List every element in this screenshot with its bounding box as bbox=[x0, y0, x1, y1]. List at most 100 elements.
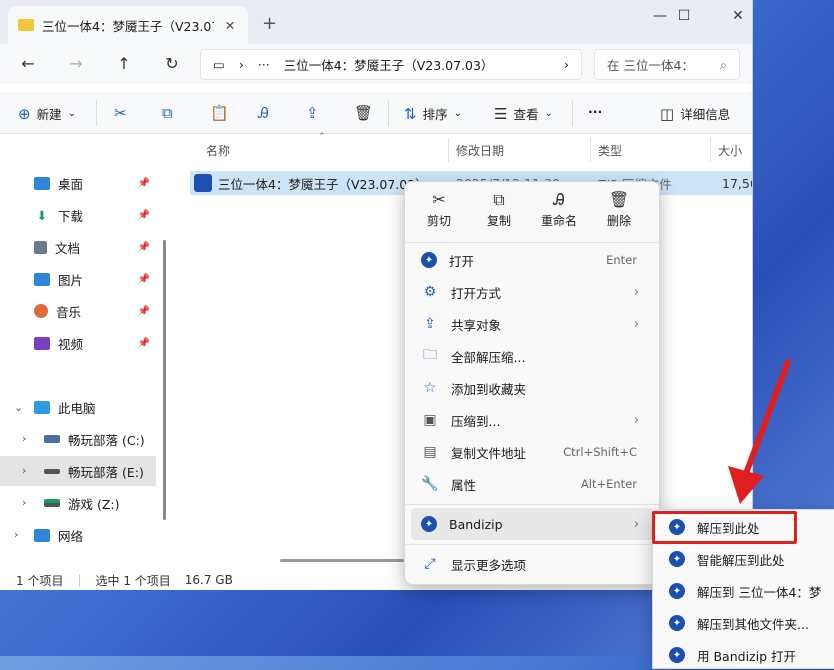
sort-button[interactable]: ⇅ 排序 ⌄ bbox=[404, 104, 462, 123]
cut-action[interactable]: ✂ 剪切 bbox=[409, 190, 469, 229]
refresh-icon[interactable]: ↻ bbox=[160, 54, 184, 76]
submenu-item-extract-other[interactable]: ✦ 解压到其他文件夹... bbox=[659, 608, 834, 638]
menu-item-add-favorites[interactable]: ☆ 添加到收藏夹 bbox=[411, 372, 653, 404]
menu-item-open-with[interactable]: ⚙ 打开方式 › bbox=[411, 276, 653, 308]
column-divider[interactable] bbox=[448, 138, 449, 162]
up-icon[interactable]: ↑ bbox=[112, 54, 136, 76]
bandizip-icon: ✦ bbox=[421, 252, 437, 268]
computer-icon bbox=[34, 400, 50, 414]
copy-action[interactable]: ⧉ 复制 bbox=[469, 190, 529, 229]
divider bbox=[388, 100, 389, 126]
submenu-item-extract-to-folder[interactable]: ✦ 解压到 三位一体4：梦 bbox=[659, 576, 834, 606]
horizontal-scrollbar[interactable] bbox=[280, 559, 404, 562]
sidebar-item-videos[interactable]: 视频 📌 bbox=[0, 328, 156, 358]
menu-item-properties[interactable]: 🔧 属性 Alt+Enter bbox=[411, 468, 653, 500]
new-tab-icon[interactable]: + bbox=[262, 13, 277, 34]
menu-item-label: 打开 bbox=[449, 253, 475, 269]
sidebar-item-music[interactable]: 音乐 📌 bbox=[0, 296, 156, 326]
sidebar-item-pictures[interactable]: 图片 📌 bbox=[0, 264, 156, 294]
video-icon bbox=[34, 336, 50, 350]
menu-item-label: 全部解压缩... bbox=[451, 349, 526, 365]
sidebar-item-downloads[interactable]: ⬇ 下载 📌 bbox=[0, 200, 156, 230]
sidebar-item-network[interactable]: 网络 bbox=[0, 520, 156, 550]
sidebar-scrollbar[interactable] bbox=[163, 240, 166, 520]
column-divider[interactable] bbox=[710, 138, 711, 162]
sidebar-item-documents[interactable]: 文档 📌 bbox=[0, 232, 156, 262]
bandizip-icon: ✦ bbox=[421, 516, 437, 532]
menu-item-open[interactable]: ✦ 打开 Enter bbox=[411, 244, 653, 276]
bandizip-icon: ✦ bbox=[669, 551, 685, 567]
view-label: 查看 bbox=[513, 107, 539, 122]
divider bbox=[96, 100, 97, 126]
submenu-item-open-with-bandizip[interactable]: ✦ 用 Bandizip 打开 bbox=[659, 640, 834, 670]
address-bar[interactable]: ▭ › ··· 三位一体4：梦魇王子（V23.07.03） › bbox=[200, 49, 582, 80]
menu-item-label: 显示更多选项 bbox=[451, 557, 527, 573]
more-button[interactable]: ··· bbox=[588, 104, 602, 119]
chevron-right-icon[interactable]: › bbox=[564, 57, 569, 72]
chevron-right-icon: › bbox=[633, 516, 639, 532]
close-tab-icon[interactable]: ✕ bbox=[222, 18, 238, 33]
chevron-right-icon: › bbox=[633, 284, 639, 300]
sidebar-item-this-pc[interactable]: 此电脑 bbox=[0, 392, 156, 422]
cut-button[interactable]: ✂ bbox=[114, 104, 127, 122]
download-icon: ⬇ bbox=[36, 207, 48, 223]
rename-button[interactable]: Ꭿ bbox=[258, 104, 269, 122]
drive-icon bbox=[44, 499, 60, 507]
search-input[interactable]: 在 三位一体4： ⌕ bbox=[594, 49, 740, 80]
sidebar-item-label: 图片 bbox=[58, 272, 84, 288]
new-label: 新建 bbox=[36, 107, 62, 122]
new-button[interactable]: ⊕ 新建 ⌄ bbox=[18, 104, 76, 123]
tab-title: 三位一体4：梦魇王子（V23.07 bbox=[42, 18, 214, 34]
desktop-icon bbox=[34, 176, 50, 190]
column-header-name[interactable]: 名称 bbox=[206, 142, 230, 159]
share-icon: ⇪ bbox=[306, 104, 319, 122]
sidebar-item-drive-z[interactable]: 游戏 (Z:) bbox=[0, 488, 156, 518]
menu-item-extract-all[interactable]: 🗀 全部解压缩... bbox=[411, 340, 653, 372]
menu-item-bandizip[interactable]: ✦ Bandizip › bbox=[411, 508, 653, 540]
star-icon: ☆ bbox=[423, 380, 437, 396]
menu-item-compress-to[interactable]: ▣ 压缩到... › bbox=[411, 404, 653, 436]
trash-icon: 🗑 bbox=[354, 104, 374, 122]
maximize-icon[interactable]: ☐ bbox=[660, 0, 708, 32]
column-header-type[interactable]: 类型 bbox=[598, 142, 622, 159]
sidebar-item-desktop[interactable]: 桌面 📌 bbox=[0, 168, 156, 198]
close-window-icon[interactable]: ✕ bbox=[714, 0, 752, 32]
context-menu: ✂ 剪切 ⧉ 复制 Ꭿ 重命名 🗑 删除 ✦ 打开 Enter ⚙ 打开方式 › ⇪ 共享对象 › … bbox=[404, 181, 660, 585]
delete-action[interactable]: 🗑 删除 bbox=[589, 190, 649, 229]
delete-button[interactable]: 🗑 bbox=[354, 104, 373, 122]
zip-file-icon bbox=[194, 174, 212, 192]
menu-item-copy-path[interactable]: ▤ 复制文件地址 Ctrl+Shift+C bbox=[411, 436, 653, 468]
delete-label: 删除 bbox=[606, 214, 631, 228]
sidebar-item-label: 下载 bbox=[58, 208, 84, 224]
tab-current[interactable]: 三位一体4：梦魇王子（V23.07 ✕ bbox=[8, 6, 248, 44]
search-icon: ⌕ bbox=[719, 56, 727, 72]
details-button[interactable]: ◫ 详细信息 bbox=[660, 104, 730, 123]
copy-label: 复制 bbox=[486, 214, 511, 228]
pin-icon: 📌 bbox=[137, 241, 150, 253]
network-icon bbox=[34, 528, 50, 542]
breadcrumb-overflow[interactable]: ··· bbox=[258, 57, 270, 72]
chevron-right-icon[interactable]: › bbox=[22, 464, 26, 477]
share-button[interactable]: ⇪ bbox=[306, 104, 319, 122]
submenu-item-smart-extract[interactable]: ✦ 智能解压到此处 bbox=[659, 544, 834, 574]
sidebar-item-label: 音乐 bbox=[56, 304, 82, 320]
menu-item-show-more[interactable]: ⤢ 显示更多选项 bbox=[411, 548, 653, 580]
details-label: 详细信息 bbox=[680, 107, 731, 122]
share-icon: ⇪ bbox=[424, 316, 436, 332]
column-header-size[interactable]: 大小 bbox=[718, 142, 742, 159]
forward-icon[interactable]: → bbox=[64, 54, 88, 76]
submenu-item-label: 解压到 三位一体4：梦 bbox=[697, 584, 822, 600]
column-divider[interactable] bbox=[590, 138, 591, 162]
view-button[interactable]: ☰ 查看 ⌄ bbox=[494, 104, 553, 123]
sidebar-item-drive-c[interactable]: 畅玩部落 (C:) bbox=[0, 424, 156, 454]
menu-item-share-with[interactable]: ⇪ 共享对象 › bbox=[411, 308, 653, 340]
column-header-modified[interactable]: 修改日期 bbox=[456, 142, 504, 159]
back-icon[interactable]: ← bbox=[16, 54, 40, 76]
rename-action[interactable]: Ꭿ 重命名 bbox=[529, 190, 589, 229]
open-with-icon: ⚙ bbox=[423, 284, 437, 300]
copy-button[interactable]: ⧉ bbox=[162, 104, 173, 122]
menu-item-label: 压缩到... bbox=[451, 413, 501, 429]
highlight-box bbox=[652, 511, 797, 544]
paste-button[interactable]: 📋 bbox=[210, 104, 229, 122]
breadcrumb-current[interactable]: 三位一体4：梦魇王子（V23.07.03） bbox=[284, 55, 494, 74]
